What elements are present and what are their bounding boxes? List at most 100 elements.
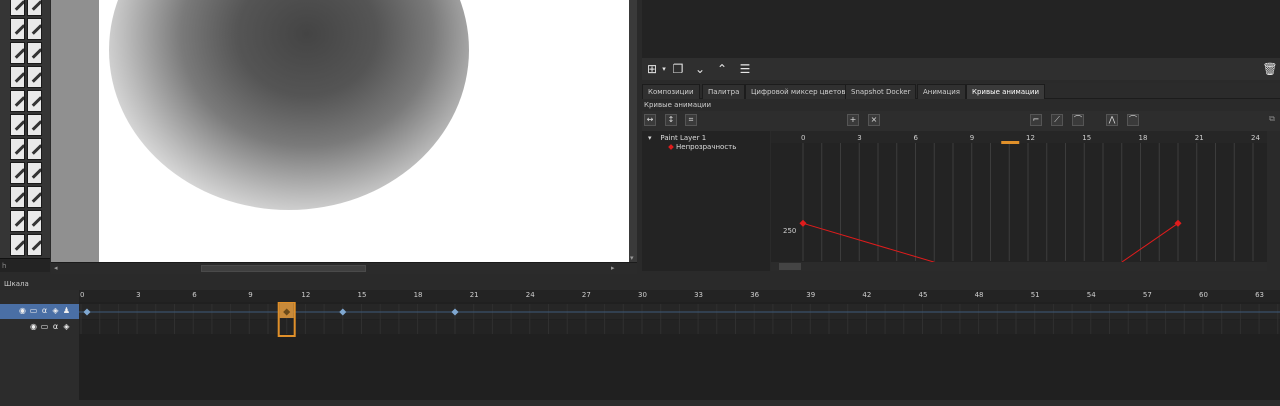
ruler-tick-label: 3 [136,291,141,299]
curves-docker-title: Кривые анимации [644,101,711,109]
channel-entry[interactable]: Непрозрачность [668,143,737,151]
fit-vertical-icon[interactable]: ↕ [665,114,677,126]
alpha-lock-icon[interactable]: α [40,306,49,315]
visibility-icon[interactable]: ◉ [18,306,27,315]
canvas-area[interactable]: ▾ ◂ ▸ [51,0,637,274]
scroll-down-icon[interactable]: ▾ [630,254,634,262]
brush-preset[interactable] [27,234,42,256]
brush-preset[interactable] [10,0,25,16]
fit-horizontal-icon[interactable]: ↔ [644,114,656,126]
lock-icon[interactable]: ▭ [40,322,49,331]
drawing-canvas[interactable] [99,0,629,262]
interpolation-linear-icon[interactable]: ⟋ [1051,114,1063,126]
brush-preset[interactable] [27,114,42,136]
interpolation-constant-icon[interactable]: ⌐ [1030,114,1042,126]
brush-preset[interactable] [27,90,42,112]
fit-all-icon[interactable]: ⌗ [685,114,697,126]
brush-search-input[interactable]: h [0,258,50,272]
painted-blob [109,0,469,210]
curve-editor[interactable]: 03691215182124250200150 [771,131,1267,271]
ruler-tick-label: 21 [469,291,479,299]
curve-keyframe [1174,219,1182,227]
frames-grid[interactable] [79,302,1280,406]
ruler-tick-label: 12 [301,291,311,299]
move-up-icon[interactable]: ⌃ [714,61,730,77]
alpha-lock-icon[interactable]: α [51,322,60,331]
inherit-alpha-icon[interactable]: ◈ [51,306,60,315]
brush-preset[interactable] [10,162,25,184]
move-down-icon[interactable]: ⌄ [692,61,708,77]
ruler-tick-label: 6 [192,291,197,299]
onion-skin-icon[interactable]: ♟ [62,306,71,315]
tab-digital-mixer[interactable]: Цифровой миксер цветов [745,84,852,99]
brush-preset[interactable] [10,210,25,232]
frame-tick-label: 6 [914,134,919,142]
layer-name: Paint Layer 1 [660,134,707,142]
brush-preset[interactable] [27,186,42,208]
ruler-tick-label: 33 [694,291,704,299]
brush-preset[interactable] [27,66,42,88]
inherit-alpha-icon[interactable]: ◈ [62,322,71,331]
brush-preset[interactable] [10,42,25,64]
canvas-vertical-scrollbar[interactable]: ▾ [629,0,637,262]
ruler-tick-label: 45 [918,291,928,299]
timeline-layer-row[interactable]: ◉ ▭ α ◈ ♟ [0,304,79,319]
brush-preset[interactable] [10,18,25,40]
layer-properties-icon[interactable]: ☰ [737,61,753,77]
curve-graph[interactable]: 03691215182124250200150 [771,131,1267,271]
ruler-tick-label: 42 [862,291,872,299]
duplicate-layer-icon[interactable]: ❐ [670,61,686,77]
ruler-tick-label: 18 [413,291,423,299]
brush-preset[interactable] [27,42,42,64]
ruler-tick-label: 15 [357,291,367,299]
brush-preset[interactable] [27,162,42,184]
brush-preset[interactable] [10,66,25,88]
tangents-smooth-icon[interactable]: ⌒ [1127,114,1139,126]
brush-preset[interactable] [10,234,25,256]
ruler-tick-label: 24 [525,291,535,299]
tab-palette[interactable]: Палитра [702,84,746,99]
timeline-header: Шкала [0,278,1280,290]
timeline-layer-row[interactable]: ◉ ▭ α ◈ [0,320,79,334]
ruler-tick-label: 57 [1142,291,1152,299]
canvas-horizontal-scrollbar[interactable]: ◂ ▸ [51,262,637,274]
tab-compositions[interactable]: Композиции [642,84,700,99]
timeline-frames[interactable] [79,302,1280,406]
tab-animation-curves[interactable]: Кривые анимации [966,84,1045,99]
brush-preset[interactable] [27,210,42,232]
brush-preset[interactable] [10,138,25,160]
brush-preset[interactable] [27,18,42,40]
brush-preset[interactable] [10,114,25,136]
scrollbar-thumb[interactable] [201,265,366,272]
delete-layer-icon[interactable]: 🗑 [1262,61,1278,77]
ruler-tick-label: 63 [1255,291,1265,299]
interpolation-bezier-icon[interactable]: ⌒ [1072,114,1084,126]
channel-name: Непрозрачность [676,143,737,151]
brush-preset[interactable] [27,138,42,160]
tangents-sharp-icon[interactable]: ⋀ [1106,114,1118,126]
brush-preset[interactable] [27,0,42,16]
scroll-right-icon[interactable]: ▸ [611,264,615,272]
ruler-tick-label: 27 [581,291,591,299]
visibility-icon[interactable]: ◉ [29,322,38,331]
curve-scrollbar [771,262,1267,271]
remove-key-icon[interactable]: × [868,114,880,126]
timeline-ruler[interactable]: 0 3 6 9 12 15 18 21 24 27 30 33 36 39 42 45 48 51 54 57 60 63 [79,290,1280,302]
layers-toolbar: ⊞ ▾ ❐ ⌄ ⌃ ☰ 🗑 [642,58,1280,80]
scroll-left-icon[interactable]: ◂ [54,264,58,272]
layers-docker-area [642,0,1280,58]
tab-animation[interactable]: Анимация [917,84,967,99]
timeline-title: Шкала [4,280,29,288]
add-key-icon[interactable]: + [847,114,859,126]
lock-icon[interactable]: ▭ [29,306,38,315]
channel-color-dot [668,144,674,150]
layer-entry[interactable]: ▾ Paint Layer 1 [648,134,706,142]
brush-preset[interactable] [10,90,25,112]
ruler-tick-label: 30 [638,291,647,299]
frame-tick-label: 3 [857,134,861,142]
brush-preset[interactable] [10,186,25,208]
float-docker-icon[interactable]: ⧉ [1266,114,1278,126]
tab-snapshot-docker[interactable]: Snapshot Docker [845,84,917,99]
frame-tick-label: 0 [801,134,805,142]
frame-tick-label: 12 [1026,134,1035,142]
